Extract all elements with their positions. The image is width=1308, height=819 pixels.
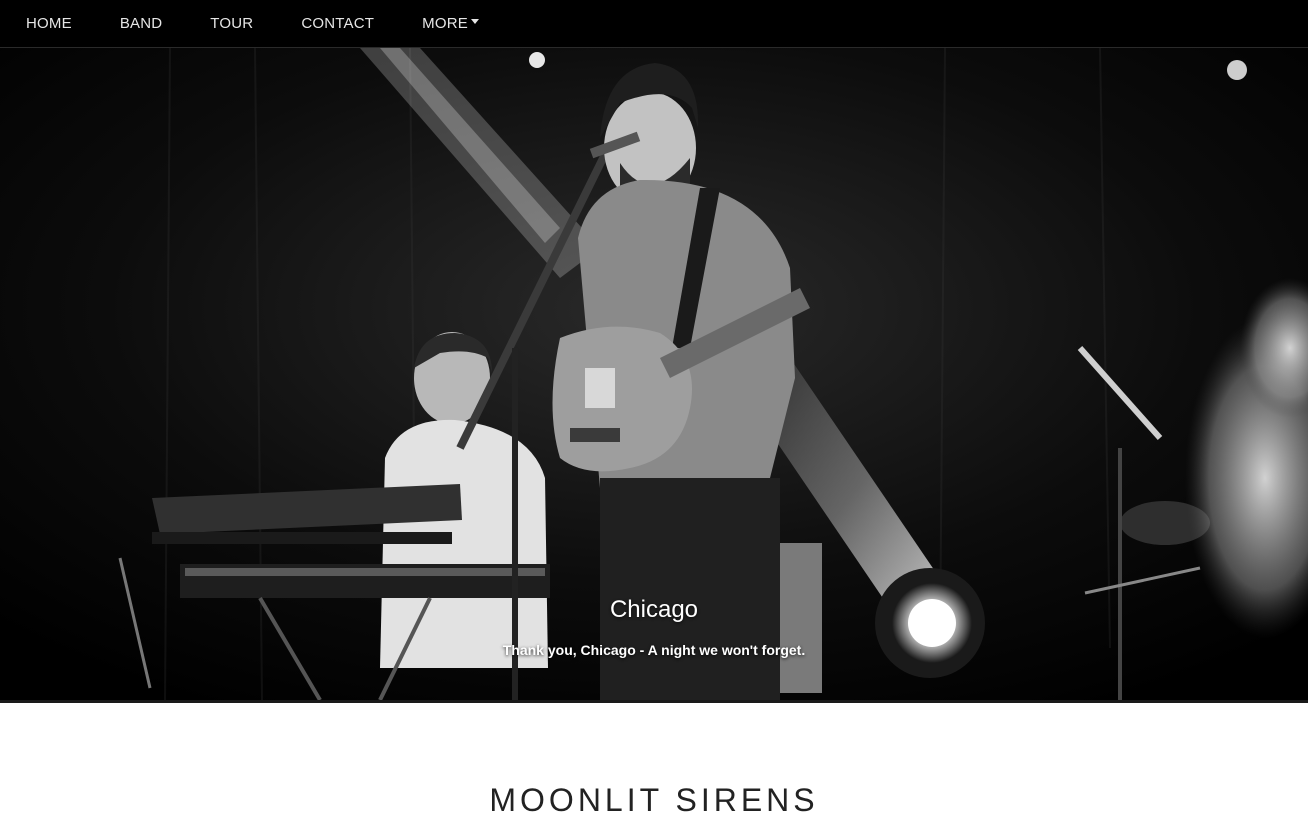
nav-more-dropdown[interactable]: MORE: [398, 0, 503, 48]
nav-more-label: MORE: [422, 14, 468, 32]
top-navbar: HOME BAND TOUR CONTACT MORE: [0, 0, 1308, 48]
nav-home[interactable]: HOME: [2, 0, 96, 48]
caret-down-icon: [470, 19, 479, 25]
hero-caption-text: Thank you, Chicago - A night we won't fo…: [502, 642, 806, 658]
nav-contact[interactable]: CONTACT: [277, 0, 398, 48]
band-section-title: MOONLIT SIRENS: [489, 782, 819, 818]
nav-band[interactable]: BAND: [96, 0, 186, 48]
nav-tour[interactable]: TOUR: [186, 0, 277, 48]
hero-carousel-slide: Chicago Thank you, Chicago - A night we …: [0, 48, 1308, 700]
hero-divider: [0, 700, 1308, 703]
hero-caption-title: Chicago: [609, 596, 699, 623]
